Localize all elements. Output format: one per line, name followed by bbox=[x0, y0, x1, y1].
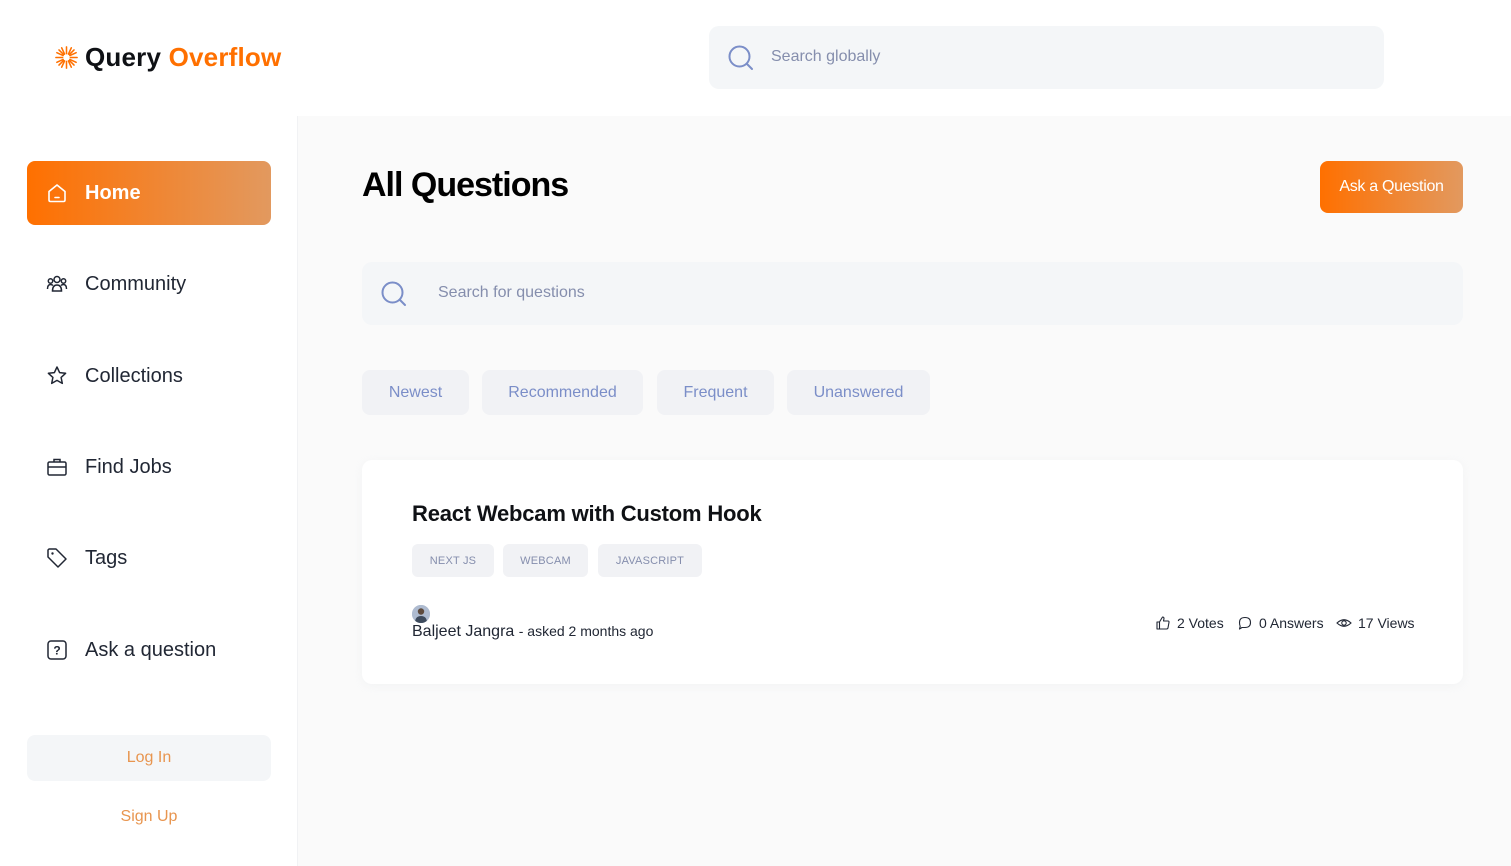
left-sidebar: Home Community Collections Find Jobs Tag… bbox=[0, 116, 298, 866]
eye-icon bbox=[1336, 619, 1352, 627]
signup-label: Sign Up bbox=[120, 808, 178, 825]
home-icon bbox=[48, 184, 66, 203]
views-count: 17 Views bbox=[1358, 615, 1415, 631]
sidebar-item-community[interactable]: Community bbox=[27, 252, 271, 316]
answers-metric: 0 Answers bbox=[1237, 614, 1324, 632]
views-metric: 17 Views bbox=[1336, 614, 1415, 632]
filter-unanswered[interactable]: Unanswered bbox=[787, 370, 930, 415]
question-icon: ? bbox=[47, 640, 67, 660]
sunburst-logo-icon bbox=[55, 45, 78, 69]
sidebar-item-home[interactable]: Home bbox=[27, 161, 271, 225]
question-title[interactable]: React Webcam with Custom Hook bbox=[412, 501, 762, 527]
logo-text-first: Query bbox=[85, 41, 162, 72]
filter-newest[interactable]: Newest bbox=[362, 370, 469, 415]
sidebar-item-label: Ask a question bbox=[85, 638, 217, 661]
author-name[interactable]: Baljeet Jangra bbox=[412, 623, 514, 640]
sidebar-item-label: Home bbox=[85, 181, 141, 204]
sidebar-item-ask-question[interactable]: ? Ask a question bbox=[27, 618, 271, 682]
votes-metric: 2 Votes bbox=[1155, 614, 1224, 632]
sidebar-item-label: Find Jobs bbox=[85, 455, 172, 478]
signup-button[interactable]: Sign Up bbox=[27, 796, 271, 838]
sidebar-item-label: Collections bbox=[85, 364, 183, 387]
question-card: React Webcam with Custom Hook NEXT JS WE… bbox=[362, 460, 1463, 684]
tag-icon bbox=[47, 548, 67, 568]
top-navbar: Query Overflow bbox=[0, 0, 1511, 116]
login-label: Log In bbox=[126, 749, 172, 766]
login-button[interactable]: Log In bbox=[27, 735, 271, 781]
star-icon bbox=[47, 366, 67, 385]
message-circle-icon bbox=[1238, 616, 1252, 630]
sidebar-item-label: Tags bbox=[85, 546, 128, 569]
logo-text-second: Overflow bbox=[168, 41, 282, 72]
answers-count: 0 Answers bbox=[1259, 615, 1324, 631]
question-tag[interactable]: WEBCAM bbox=[503, 544, 588, 577]
thumbs-up-icon bbox=[1156, 616, 1170, 630]
user-avatar-icon bbox=[412, 605, 430, 623]
search-icon bbox=[728, 45, 753, 70]
global-search-bar bbox=[709, 26, 1384, 89]
logo[interactable]: Query Overflow bbox=[53, 40, 281, 74]
question-author-line: Baljeet Jangra - asked 2 months ago bbox=[412, 623, 653, 641]
sidebar-item-label: Community bbox=[85, 272, 187, 295]
sidebar-item-collections[interactable]: Collections bbox=[27, 344, 271, 408]
filter-frequent[interactable]: Frequent bbox=[657, 370, 774, 415]
asked-time: - asked 2 months ago bbox=[518, 623, 654, 639]
question-search-bar bbox=[362, 262, 1463, 325]
avatar[interactable] bbox=[412, 605, 430, 623]
votes-count: 2 Votes bbox=[1177, 615, 1224, 631]
users-icon bbox=[46, 275, 68, 292]
sidebar-item-find-jobs[interactable]: Find Jobs bbox=[27, 435, 271, 499]
briefcase-icon bbox=[47, 458, 67, 476]
filter-recommended[interactable]: Recommended bbox=[482, 370, 643, 415]
page-title: All Questions bbox=[362, 166, 569, 204]
search-icon bbox=[381, 281, 406, 306]
logo-text: Query Overflow bbox=[85, 42, 281, 73]
question-tag[interactable]: JAVASCRIPT bbox=[598, 544, 702, 577]
svg-text:?: ? bbox=[53, 644, 60, 658]
global-search-input[interactable] bbox=[771, 40, 1331, 74]
question-search-input[interactable] bbox=[438, 276, 1338, 310]
ask-question-button[interactable]: Ask a Question bbox=[1320, 161, 1463, 213]
sidebar-item-tags[interactable]: Tags bbox=[27, 526, 271, 590]
question-tag[interactable]: NEXT JS bbox=[412, 544, 494, 577]
